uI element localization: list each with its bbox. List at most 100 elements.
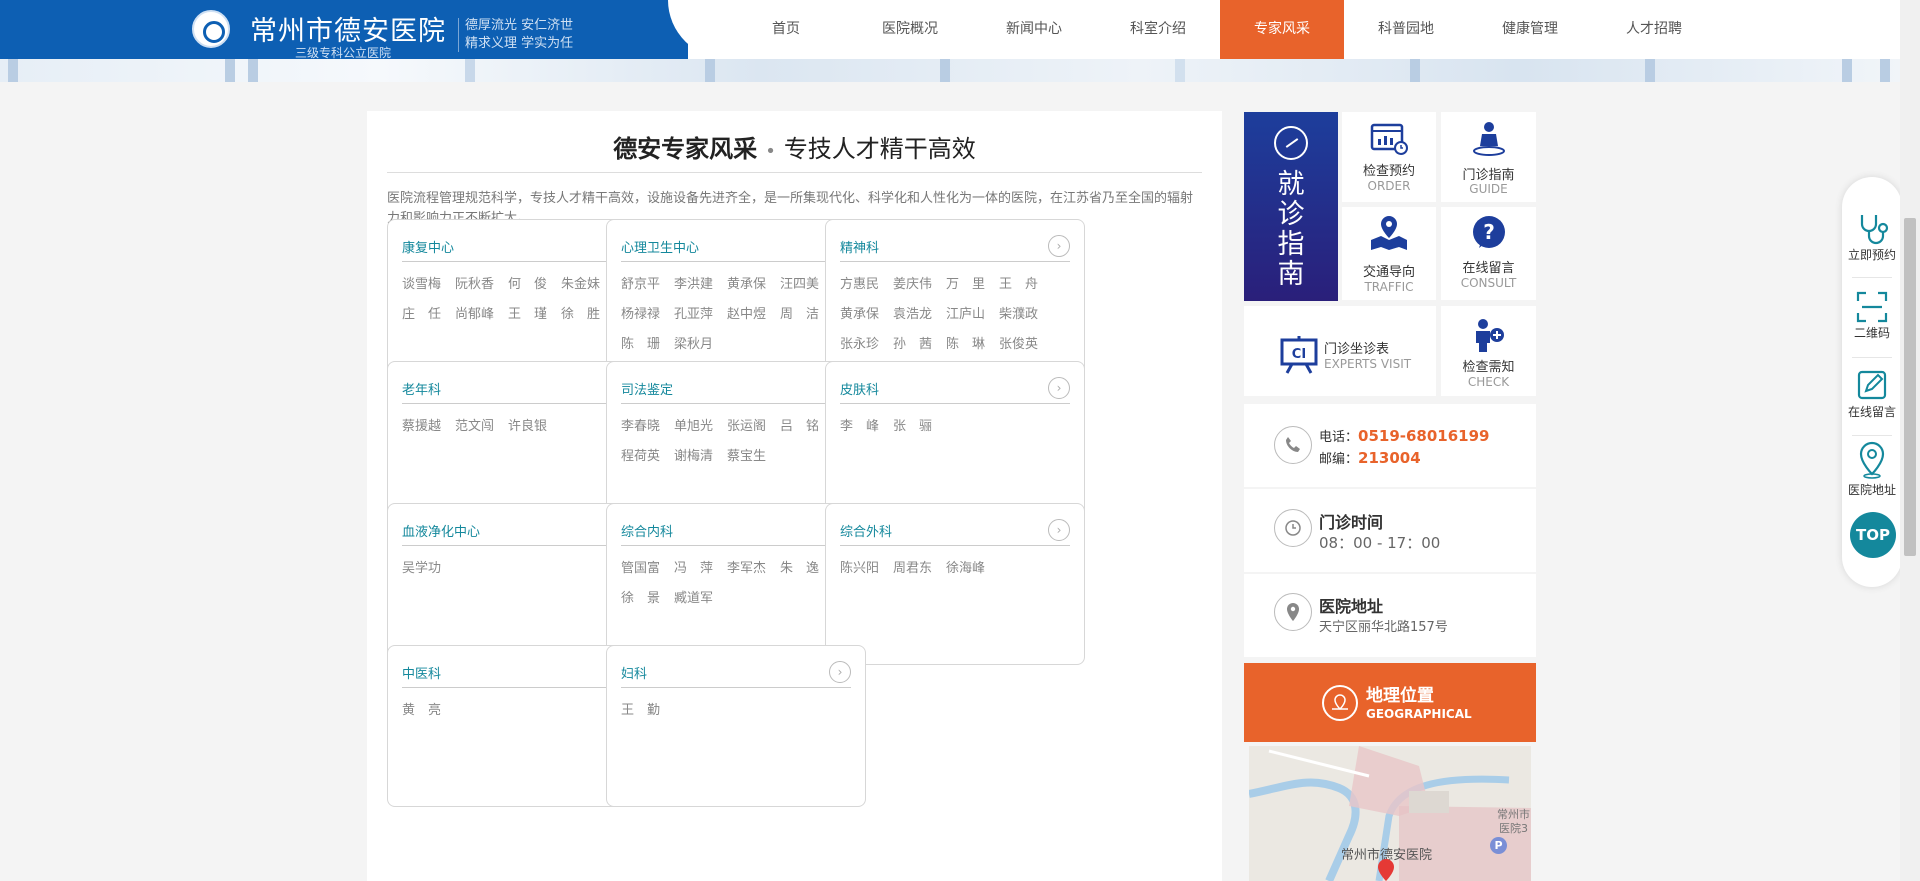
- float-appointment[interactable]: 立即预约: [1842, 212, 1902, 263]
- doctor-name[interactable]: 周君东: [893, 559, 932, 589]
- doctor-name[interactable]: 黄承保: [840, 305, 879, 335]
- doctor-name[interactable]: 臧道军: [674, 589, 713, 619]
- tile-experts-visit-en: EXPERTS VISIT: [1324, 357, 1412, 371]
- chevron-right-icon[interactable]: ›: [1048, 377, 1070, 399]
- department-name[interactable]: 血液净化中心: [402, 521, 480, 540]
- department-name[interactable]: 司法鉴定: [621, 379, 673, 398]
- chevron-right-icon[interactable]: ›: [1048, 519, 1070, 541]
- doctor-name[interactable]: 徐 胜: [561, 305, 600, 335]
- nav-item-1[interactable]: 医院概况: [848, 0, 972, 59]
- chevron-right-icon[interactable]: ›: [829, 661, 851, 683]
- doctor-name[interactable]: 尚郁峰: [455, 305, 494, 335]
- float-qrcode[interactable]: 二维码: [1842, 290, 1902, 341]
- doctor-name[interactable]: 朱金妹: [561, 275, 600, 305]
- doctor-name[interactable]: 徐海峰: [946, 559, 985, 589]
- doctor-name[interactable]: 舒京平: [621, 275, 660, 305]
- hospital-name[interactable]: 常州市德安医院: [250, 9, 446, 48]
- doctor-name[interactable]: 程荷英: [621, 447, 660, 477]
- doctor-name[interactable]: 万 里: [946, 275, 985, 305]
- doctor-name[interactable]: 徐 景: [621, 589, 660, 619]
- doctor-name[interactable]: 王 勤: [621, 701, 660, 731]
- department-name[interactable]: 综合外科: [840, 521, 892, 540]
- doctor-name[interactable]: 黄 亮: [402, 701, 441, 731]
- doctor-name[interactable]: 袁浩龙: [893, 305, 932, 335]
- phone-number[interactable]: 0519-68016199: [1358, 427, 1489, 445]
- doctor-name[interactable]: 周 洁: [780, 305, 819, 335]
- hospital-address: 医院地址 天宁区丽华北路157号: [1244, 574, 1536, 657]
- nav-item-0[interactable]: 首页: [724, 0, 848, 59]
- nav-item-3[interactable]: 科室介绍: [1096, 0, 1220, 59]
- department-name[interactable]: 中医科: [402, 663, 441, 682]
- tile-consult[interactable]: ? 在线留言 CONSULT: [1441, 207, 1536, 300]
- doctor-name[interactable]: 朱 逸: [780, 559, 819, 589]
- doctor-list: 吴学功: [402, 559, 636, 589]
- doctor-name[interactable]: 谈雪梅: [402, 275, 441, 305]
- department-card-header: 司法鉴定›: [621, 374, 851, 404]
- hospital-logo-icon[interactable]: [192, 10, 230, 48]
- department-card-header: 皮肤科 ›: [840, 374, 1070, 404]
- doctor-name[interactable]: 吴学功: [402, 559, 441, 589]
- tile-order-label: 检查预约: [1362, 164, 1415, 179]
- department-name[interactable]: 老年科: [402, 379, 441, 398]
- doctor-name[interactable]: 方惠民: [840, 275, 879, 305]
- doctor-name[interactable]: 江庐山: [946, 305, 985, 335]
- doctor-name[interactable]: 王 瑾: [508, 305, 547, 335]
- doctor-name[interactable]: 陈兴阳: [840, 559, 879, 589]
- float-address[interactable]: 医院地址: [1842, 439, 1902, 498]
- doctor-name[interactable]: 阮秋香: [455, 275, 494, 305]
- page-scrollbar[interactable]: [1900, 0, 1920, 881]
- tile-check[interactable]: 检查需知 CHECK: [1441, 306, 1536, 396]
- doctor-name[interactable]: 李 峰: [840, 417, 879, 447]
- department-name[interactable]: 综合内科: [621, 521, 673, 540]
- tile-traffic[interactable]: 交通导向 TRAFFIC: [1342, 207, 1436, 300]
- doctor-name[interactable]: 李洪建: [674, 275, 713, 305]
- doctor-name[interactable]: 范文闯: [455, 417, 494, 447]
- tile-order[interactable]: 检查预约 ORDER: [1342, 112, 1436, 202]
- department-name[interactable]: 皮肤科: [840, 379, 879, 398]
- float-message[interactable]: 在线留言: [1842, 367, 1902, 420]
- location-map[interactable]: 常州市德安医院 常州市 医院3 P: [1249, 746, 1531, 881]
- doctor-name[interactable]: 李军杰: [727, 559, 766, 589]
- nav-item-5[interactable]: 科普园地: [1344, 0, 1468, 59]
- doctor-name[interactable]: 柴濮政: [999, 305, 1038, 335]
- phone-row: 电话：0519-68016199: [1319, 426, 1490, 445]
- tile-guide[interactable]: 门诊指南 GUIDE: [1441, 112, 1536, 202]
- doctor-name[interactable]: 何 俊: [508, 275, 547, 305]
- doctor-name[interactable]: 黄承保: [727, 275, 766, 305]
- doctor-name[interactable]: 庄 任: [402, 305, 441, 335]
- doctor-name[interactable]: 蔡援越: [402, 417, 441, 447]
- back-to-top-button[interactable]: TOP: [1850, 512, 1896, 558]
- doctor-name[interactable]: 赵中煜: [727, 305, 766, 335]
- department-name[interactable]: 精神科: [840, 237, 879, 256]
- doctor-name[interactable]: 孔亚萍: [674, 305, 713, 335]
- doctor-list: 谈雪梅 阮秋香何 俊朱金妹庄 任尚郁峰王 瑾徐 胜: [402, 275, 636, 335]
- department-name[interactable]: 心理卫生中心: [621, 237, 699, 256]
- chevron-right-icon[interactable]: ›: [1048, 235, 1070, 257]
- doctor-name[interactable]: 单旭光: [674, 417, 713, 447]
- doctor-name[interactable]: 姜庆伟: [893, 275, 932, 305]
- tile-experts-visit[interactable]: CI 门诊坐诊表 EXPERTS VISIT: [1244, 306, 1436, 396]
- department-name[interactable]: 康复中心: [402, 237, 454, 256]
- geographical-header[interactable]: 地理位置 GEOGRAPHICAL: [1244, 663, 1536, 742]
- nav-item-2[interactable]: 新闻中心: [972, 0, 1096, 59]
- doctor-name[interactable]: 蔡宝生: [727, 447, 766, 477]
- doctor-name[interactable]: 冯 萍: [674, 559, 713, 589]
- visit-guide-block[interactable]: 就诊指南: [1244, 112, 1338, 301]
- department-name[interactable]: 妇科: [621, 663, 647, 682]
- doctor-name[interactable]: 张运阁: [727, 417, 766, 447]
- scrollbar-thumb[interactable]: [1904, 218, 1916, 556]
- doctor-name[interactable]: 张 骊: [893, 417, 932, 447]
- doctor-name[interactable]: 王 舟: [999, 275, 1038, 305]
- nav-item-6[interactable]: 健康管理: [1468, 0, 1592, 59]
- banner-image-strip: [0, 59, 1900, 82]
- doctor-name[interactable]: 谢梅清: [674, 447, 713, 477]
- doctor-name[interactable]: 吕 铭: [780, 417, 819, 447]
- doctor-name[interactable]: 许良银: [508, 417, 547, 447]
- nav-item-7[interactable]: 人才招聘: [1592, 0, 1716, 59]
- stethoscope-icon: [1842, 212, 1902, 246]
- doctor-name[interactable]: 杨禄禄: [621, 305, 660, 335]
- doctor-name[interactable]: 管国富: [621, 559, 660, 589]
- doctor-name[interactable]: 汪四美: [780, 275, 819, 305]
- nav-item-4[interactable]: 专家风采: [1220, 0, 1344, 59]
- doctor-name[interactable]: 李春晓: [621, 417, 660, 447]
